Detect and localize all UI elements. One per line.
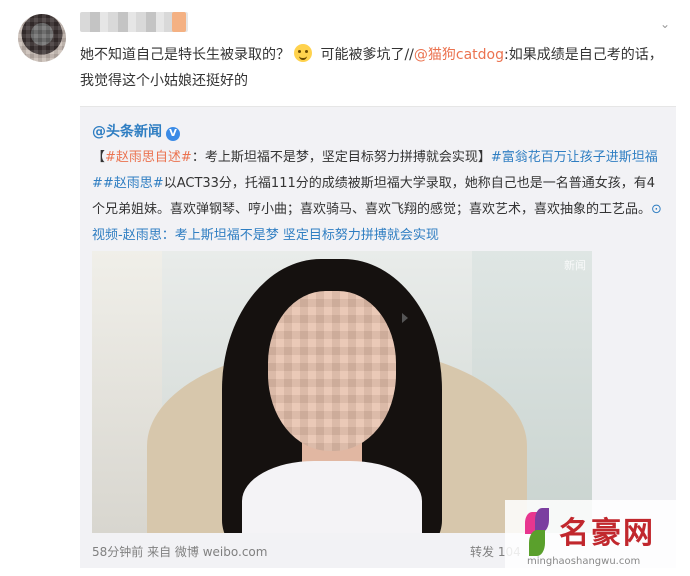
video-play-arrow-icon[interactable] xyxy=(402,313,408,323)
repost-headline: ：考上斯坦福不是梦，坚定目标努力拼搏就会实现】 xyxy=(191,150,491,165)
weibo-post: ⌄ 她不知道自己是特长生被录取的？ 可能被爹坑了//@猫狗catdog:如果成绩… xyxy=(0,0,690,576)
topic-link-3[interactable]: #赵雨思# xyxy=(103,176,164,191)
reposted-weibo: @头条新闻 V 【#赵雨思自述#：考上斯坦福不是梦，坚定目标努力拼搏就会实现】#富… xyxy=(80,106,676,568)
post-text-part1: 她不知道自己是特长生被录取的？ xyxy=(80,47,290,63)
brand-name: 名豪网 xyxy=(559,516,655,551)
verified-badge-icon: V xyxy=(166,127,180,141)
video-player[interactable]: 新闻 xyxy=(92,251,592,533)
post-source[interactable]: 微博 weibo.com xyxy=(175,545,268,559)
brand-watermark: 名豪网 minghaoshangwu.com xyxy=(505,500,690,576)
doge-emoji-icon xyxy=(294,44,312,62)
mention-link[interactable]: @猫狗catdog xyxy=(414,47,504,63)
bracket-open: 【 xyxy=(92,150,106,165)
video-watermark: 新闻 xyxy=(564,259,586,272)
more-options-chevron-icon[interactable]: ⌄ xyxy=(660,18,672,30)
post-time[interactable]: 58分钟前 xyxy=(92,545,143,559)
post-text-part2: 可能被爹坑了// xyxy=(316,47,414,63)
brand-domain: minghaoshangwu.com xyxy=(527,556,641,567)
brand-leaf-icon xyxy=(523,508,551,560)
user-avatar[interactable] xyxy=(18,14,66,62)
repost-footer: 58分钟前 来自 微博 weibo.com xyxy=(92,543,267,560)
post-text: 她不知道自己是特长生被录取的？ 可能被爹坑了//@猫狗catdog:如果成绩是自… xyxy=(80,42,670,94)
user-level-badge xyxy=(172,12,186,32)
topic-link-1[interactable]: #赵雨思自述# xyxy=(105,150,192,165)
video-person-shirt xyxy=(242,461,422,533)
repost-body-text: 以ACT33分，托福111分的成绩被斯坦福大学录取，她称自己也是一名普通女孩，有… xyxy=(92,176,656,217)
from-label: 来自 xyxy=(143,545,175,559)
repost-author-row: @头条新闻 V xyxy=(92,121,180,141)
repost-author-link[interactable]: @头条新闻 xyxy=(92,124,162,140)
repost-body: 【#赵雨思自述#：考上斯坦福不是梦，坚定目标努力拼搏就会实现】#富翁花百万让孩子… xyxy=(92,145,666,249)
video-person-face-pixelated xyxy=(268,291,396,451)
